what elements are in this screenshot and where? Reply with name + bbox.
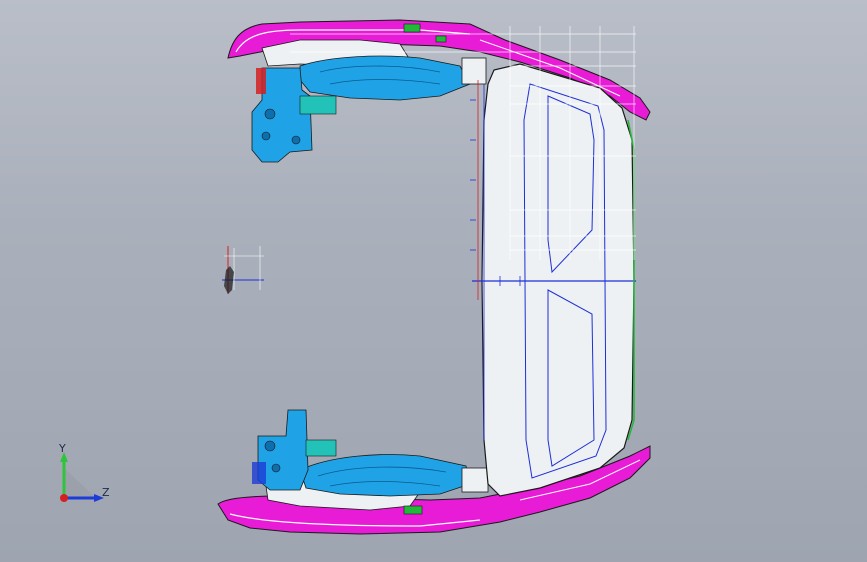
graphics-viewport[interactable]: Y Z <box>0 0 867 562</box>
back-panel[interactable] <box>470 63 636 497</box>
triad-z-label: Z <box>102 486 110 499</box>
cad-model[interactable] <box>0 0 867 562</box>
reference-sketch[interactable] <box>222 246 264 294</box>
orientation-triad[interactable] <box>60 452 104 502</box>
triad-y-label: Y <box>59 442 66 455</box>
